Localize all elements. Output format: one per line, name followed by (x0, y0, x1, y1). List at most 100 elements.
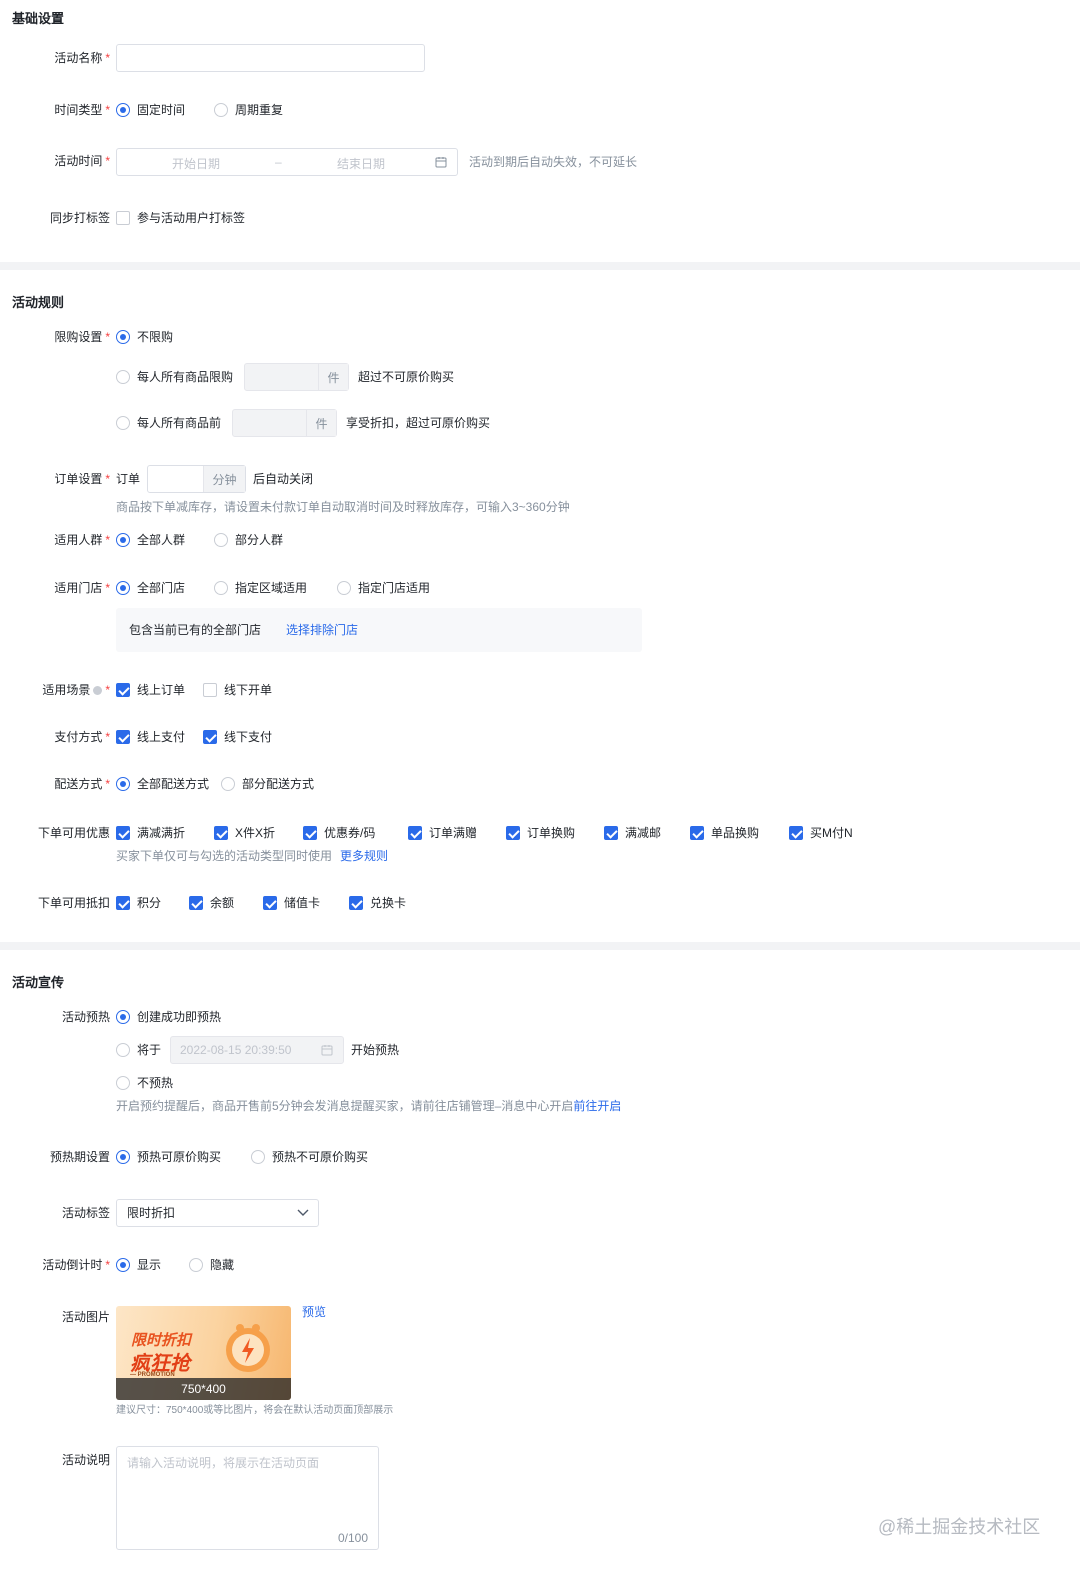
chevron-down-icon (297, 1209, 309, 1216)
delivery-label: 配送方式 (54, 777, 103, 791)
preheat-period-deny-radio[interactable] (251, 1150, 265, 1164)
limit-all-suffix: 超过不可原价购买 (358, 370, 455, 384)
countdown-show-radio[interactable] (116, 1258, 130, 1272)
preheat-period-label-wrap: 预热期设置 (0, 1147, 110, 1167)
discount-label-7: 单品换购 (711, 826, 760, 840)
limit-before-qty-input[interactable]: 件 (232, 409, 337, 437)
activity-time-hint: 活动到期后自动失效，不可延长 (469, 155, 638, 169)
discount-label-8: 买M付N (810, 826, 853, 840)
crowd-part-label: 部分人群 (235, 533, 284, 547)
limit-label: 限购设置 (54, 330, 103, 344)
goto-enable-link[interactable]: 前往开启 (573, 1099, 621, 1113)
order-label: 订单设置 (54, 472, 103, 486)
preheat-now-radio[interactable] (116, 1010, 130, 1024)
store-all-label: 全部门店 (137, 581, 186, 595)
activity-name-label-wrap: 活动名称 * (0, 48, 110, 68)
preheat-period-allow-label: 预热可原价购买 (137, 1150, 222, 1164)
limit-all-label: 每人所有商品限购 (137, 370, 234, 384)
limit-label-wrap: 限购设置 * (0, 327, 110, 347)
pay-online-checkbox[interactable] (116, 730, 130, 744)
deduct-storedcard-label: 储值卡 (284, 896, 321, 910)
deduct-label: 下单可用抵扣 (37, 896, 110, 910)
discount-checkbox-4[interactable] (408, 826, 422, 840)
time-type-fixed-radio[interactable] (116, 103, 130, 117)
desc-textarea[interactable]: 请输入活动说明，将展示在活动页面 0/100 (116, 1446, 379, 1550)
preheat-at-suffix: 开始预热 (351, 1043, 400, 1057)
tag-select[interactable]: 限时折扣 (116, 1199, 319, 1227)
scene-offline-checkbox[interactable] (203, 683, 217, 697)
preheat-at-radio[interactable] (116, 1043, 130, 1057)
scene-offline-label: 线下开单 (224, 683, 273, 697)
store-all-radio[interactable] (116, 581, 130, 595)
required-mark: * (105, 533, 110, 547)
date-range-picker[interactable]: 开始日期 – 结束日期 (116, 148, 458, 176)
order-minutes-input[interactable]: 分钟 (147, 465, 246, 493)
store-info-text: 包含当前已有的全部门店 (129, 623, 262, 637)
countdown-hide-radio[interactable] (189, 1258, 203, 1272)
end-date-placeholder: 结束日期 (337, 157, 386, 171)
activity-image[interactable]: 限时折扣 疯狂抢 — PROMOTION 750*400 (116, 1306, 291, 1400)
activity-name-input[interactable] (116, 44, 425, 72)
discount-checkbox-7[interactable] (690, 826, 704, 840)
required-mark: * (105, 1258, 110, 1272)
preheat-datetime-picker[interactable]: 2022-08-15 20:39:50 (170, 1036, 344, 1064)
limit-none-radio[interactable] (116, 330, 130, 344)
pay-label: 支付方式 (54, 730, 103, 744)
exclude-store-link[interactable]: 选择排除门店 (286, 620, 358, 640)
image-preview-link[interactable]: 预览 (302, 1302, 326, 1322)
discount-checkbox-1[interactable] (116, 826, 130, 840)
limit-all-radio[interactable] (116, 370, 130, 384)
time-type-cycle-radio[interactable] (214, 103, 228, 117)
order-minutes-unit: 分钟 (203, 466, 245, 492)
image-size-bar: 750*400 (116, 1378, 291, 1400)
limit-all-qty-input[interactable]: 件 (244, 363, 349, 391)
discount-checkbox-8[interactable] (789, 826, 803, 840)
more-rules-link[interactable]: 更多规则 (340, 849, 388, 863)
activity-name-label: 活动名称 (54, 51, 103, 65)
deduct-points-checkbox[interactable] (116, 896, 130, 910)
sync-tag-checkbox[interactable] (116, 211, 130, 225)
crowd-part-radio[interactable] (214, 533, 228, 547)
preheat-datetime-value: 2022-08-15 20:39:50 (180, 1043, 292, 1057)
scene-label-wrap: 适用场景 * (0, 680, 110, 700)
store-specific-radio[interactable] (337, 581, 351, 595)
discount-label-3: 优惠券/码 (324, 826, 376, 840)
preheat-at-label: 将于 (137, 1043, 162, 1057)
preheat-period-allow-radio[interactable] (116, 1150, 130, 1164)
activity-time-label-wrap: 活动时间 * (0, 151, 110, 171)
store-label-wrap: 适用门店 * (0, 578, 110, 598)
delivery-part-radio[interactable] (221, 777, 235, 791)
delivery-all-label: 全部配送方式 (137, 777, 210, 791)
help-icon[interactable] (93, 686, 103, 696)
required-mark: * (105, 683, 110, 697)
crowd-all-radio[interactable] (116, 533, 130, 547)
scene-online-checkbox[interactable] (116, 683, 130, 697)
discount-checkbox-5[interactable] (506, 826, 520, 840)
limit-before-label: 每人所有商品前 (137, 416, 222, 430)
deduct-storedcard-checkbox[interactable] (263, 896, 277, 910)
required-mark: * (105, 154, 110, 168)
discount-checkbox-6[interactable] (604, 826, 618, 840)
deduct-balance-checkbox[interactable] (189, 896, 203, 910)
discounts-label: 下单可用优惠 (37, 826, 110, 840)
countdown-label-wrap: 活动倒计时 * (0, 1255, 110, 1275)
store-region-radio[interactable] (214, 581, 228, 595)
order-hint: 商品按下单减库存，请设置未付款订单自动取消时间及时释放库存，可输入3~360分钟 (116, 500, 570, 514)
discount-checkbox-3[interactable] (303, 826, 317, 840)
required-mark: * (105, 330, 110, 344)
preheat-none-radio[interactable] (116, 1076, 130, 1090)
limit-before-radio[interactable] (116, 416, 130, 430)
discount-checkbox-2[interactable] (214, 826, 228, 840)
tag-label-wrap: 活动标签 (0, 1203, 110, 1223)
limit-none-label: 不限购 (137, 330, 174, 344)
pay-offline-checkbox[interactable] (203, 730, 217, 744)
image-hint: 建议尺寸：750*400或等比图片，将会在默认活动页面顶部展示 (116, 1405, 394, 1416)
desc-label: 活动说明 (61, 1453, 110, 1467)
countdown-label: 活动倒计时 (42, 1258, 103, 1272)
section-title-promo: 活动宣传 (12, 975, 65, 990)
delivery-all-radio[interactable] (116, 777, 130, 791)
required-mark: * (105, 777, 110, 791)
store-info-box: 包含当前已有的全部门店 选择排除门店 (116, 608, 642, 652)
deduct-exchangecard-checkbox[interactable] (349, 896, 363, 910)
required-mark: * (105, 51, 110, 65)
